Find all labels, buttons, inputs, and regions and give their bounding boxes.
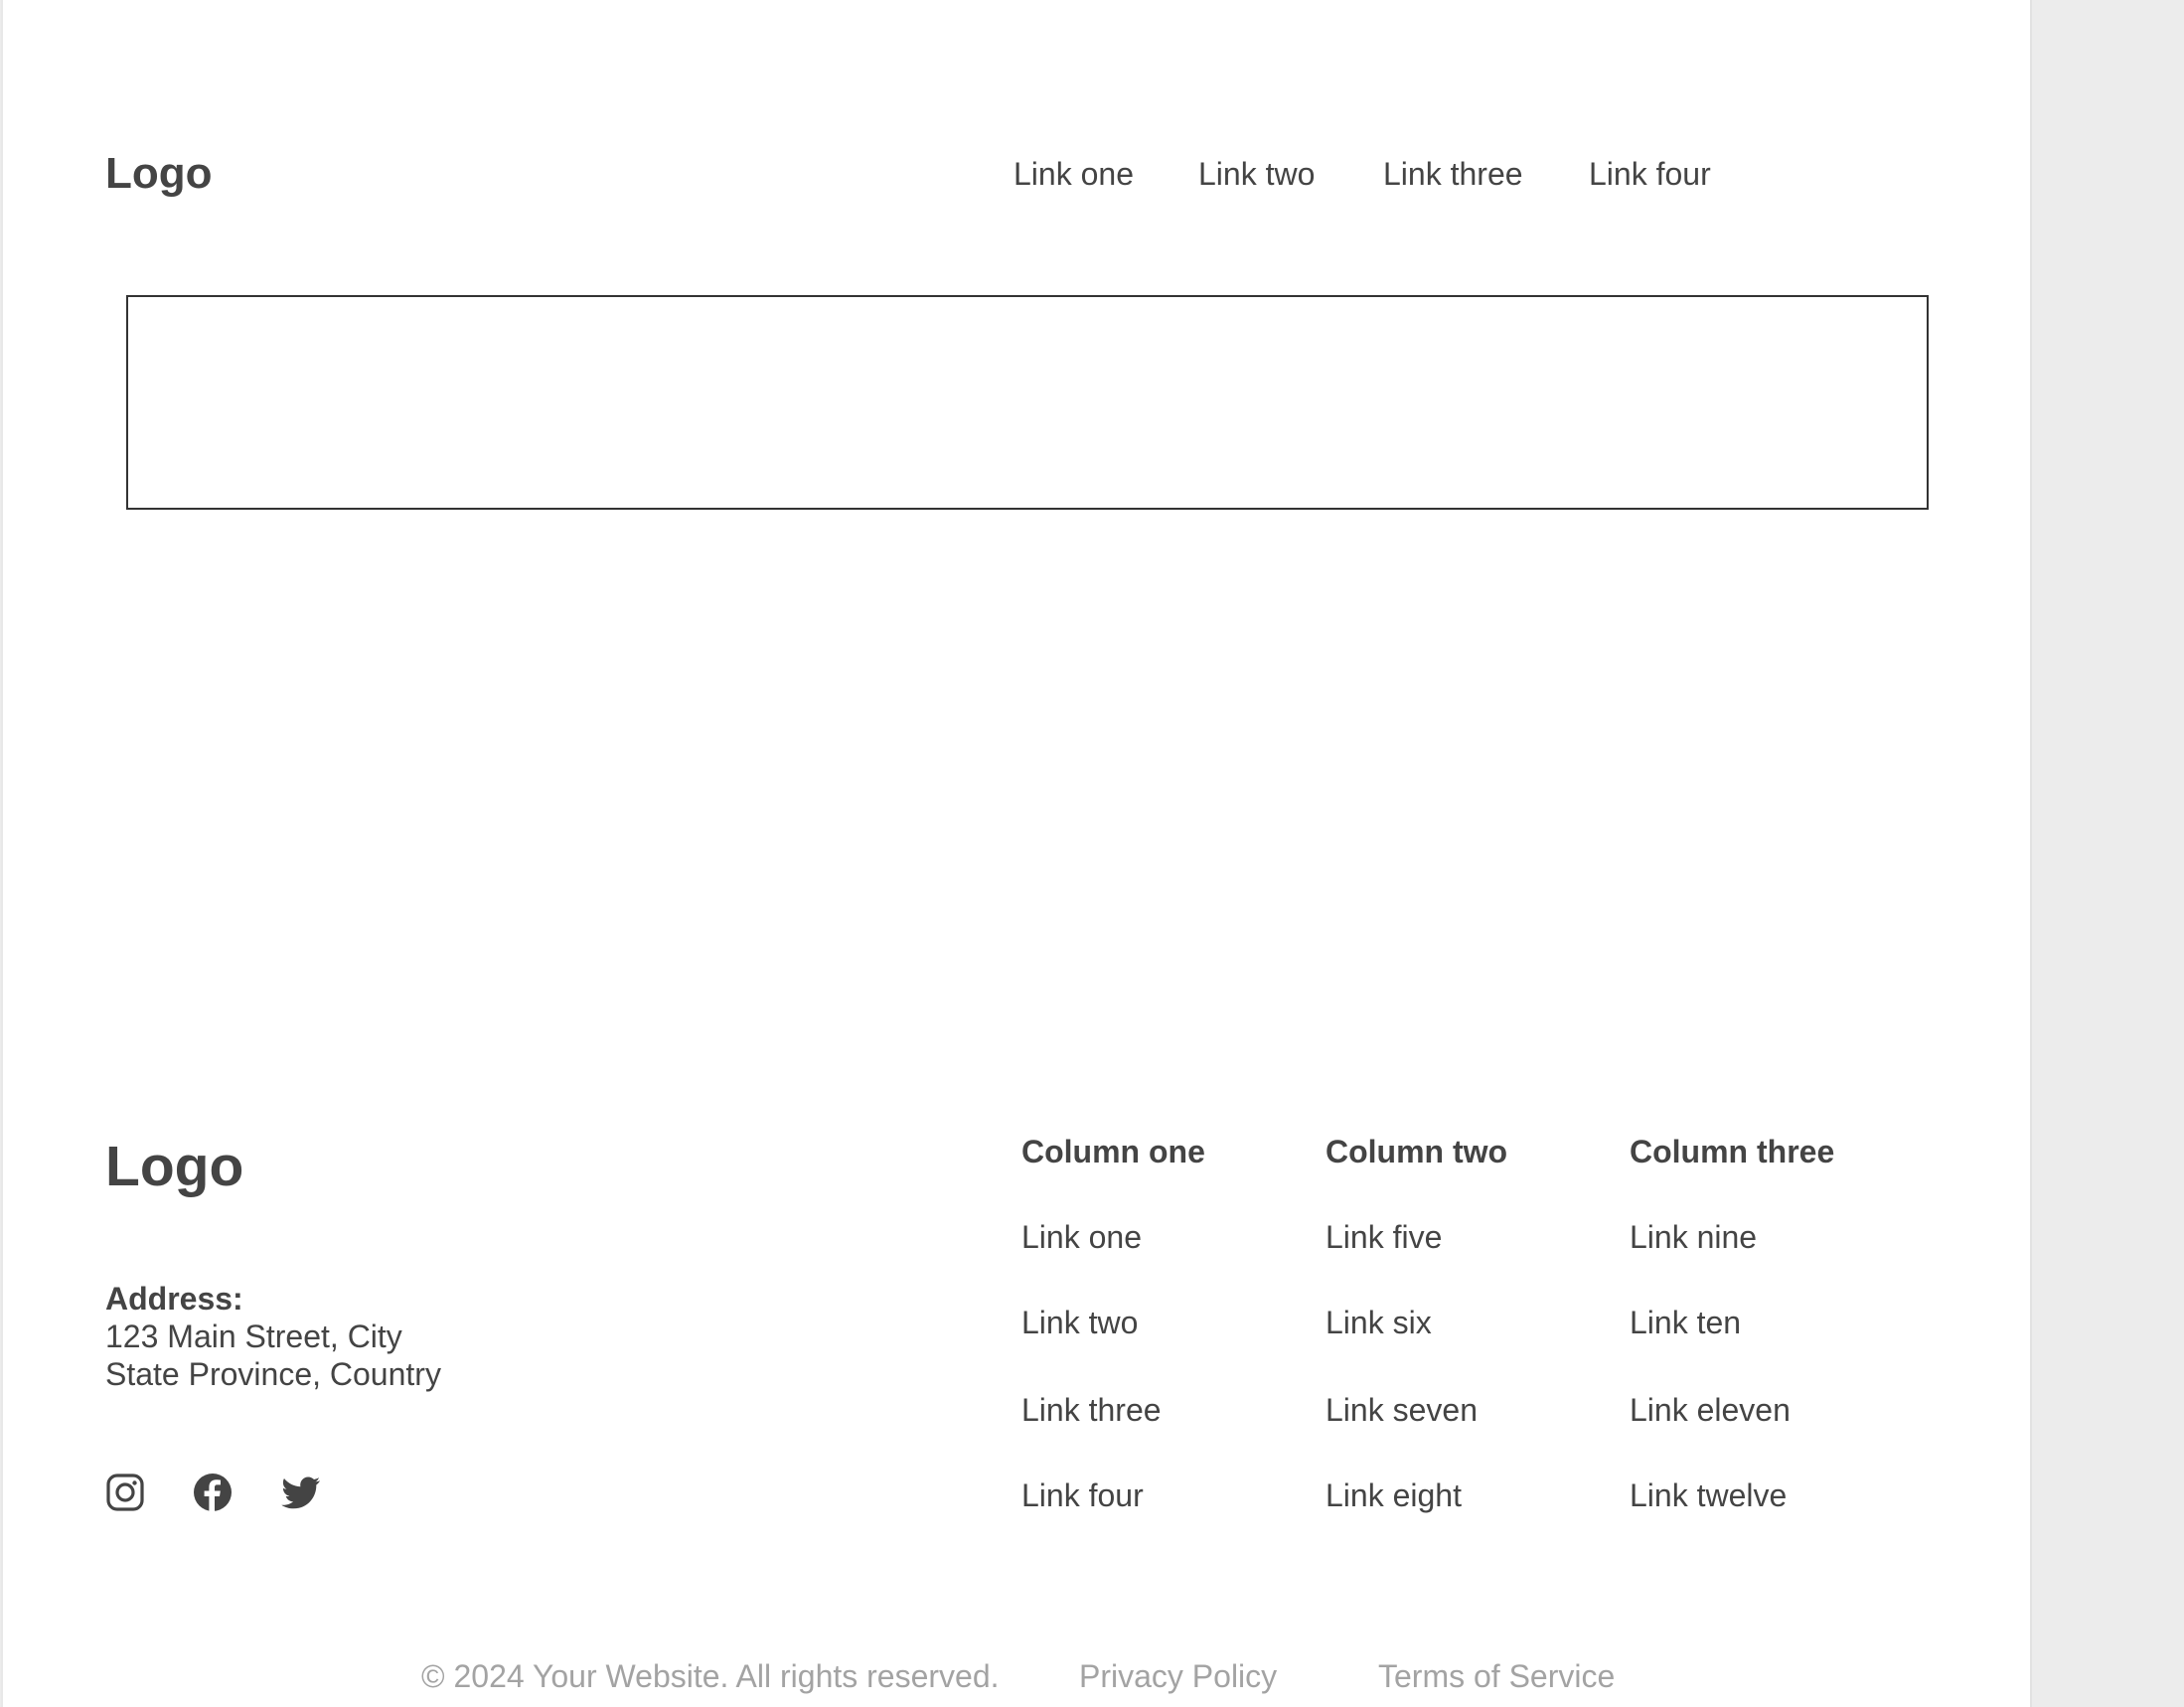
footer-link-seven[interactable]: Link seven bbox=[1326, 1390, 1478, 1430]
instagram-icon[interactable] bbox=[105, 1473, 145, 1512]
footer-link-three[interactable]: Link three bbox=[1021, 1390, 1162, 1430]
footer-logo[interactable]: Logo bbox=[105, 1133, 243, 1200]
footer-link-ten[interactable]: Link ten bbox=[1630, 1303, 1741, 1342]
header-logo[interactable]: Logo bbox=[105, 146, 213, 202]
content-banner bbox=[126, 295, 1929, 510]
column-two-title: Column two bbox=[1326, 1134, 1508, 1169]
address-line-1: 123 Main Street, City bbox=[105, 1319, 402, 1354]
nav-link-four[interactable]: Link four bbox=[1589, 154, 1711, 194]
footer-link-twelve[interactable]: Link twelve bbox=[1630, 1475, 1787, 1515]
column-one-title: Column one bbox=[1021, 1134, 1205, 1169]
privacy-policy-link[interactable]: Privacy Policy bbox=[1079, 1656, 1277, 1696]
footer-link-five[interactable]: Link five bbox=[1326, 1217, 1442, 1257]
footer-link-four[interactable]: Link four bbox=[1021, 1475, 1144, 1515]
footer-link-nine[interactable]: Link nine bbox=[1630, 1217, 1757, 1257]
facebook-icon[interactable] bbox=[193, 1473, 233, 1512]
page: Logo Link one Link two Link three Link f… bbox=[1, 0, 2032, 1707]
address-label: Address: bbox=[105, 1281, 243, 1317]
terms-of-service-link[interactable]: Terms of Service bbox=[1378, 1656, 1615, 1696]
address-line-2: State Province, Country bbox=[105, 1356, 441, 1392]
footer-link-two[interactable]: Link two bbox=[1021, 1303, 1138, 1342]
footer-link-six[interactable]: Link six bbox=[1326, 1303, 1432, 1342]
footer-link-eight[interactable]: Link eight bbox=[1326, 1475, 1462, 1515]
nav-link-three[interactable]: Link three bbox=[1383, 154, 1523, 194]
footer-link-one[interactable]: Link one bbox=[1021, 1217, 1142, 1257]
column-three-title: Column three bbox=[1630, 1134, 1835, 1169]
twitter-icon[interactable] bbox=[280, 1473, 320, 1512]
nav-link-one[interactable]: Link one bbox=[1014, 154, 1134, 194]
copyright-text: © 2024 Your Website. All rights reserved… bbox=[421, 1658, 1000, 1694]
nav-link-two[interactable]: Link two bbox=[1198, 154, 1315, 194]
footer-link-eleven[interactable]: Link eleven bbox=[1630, 1390, 1791, 1430]
